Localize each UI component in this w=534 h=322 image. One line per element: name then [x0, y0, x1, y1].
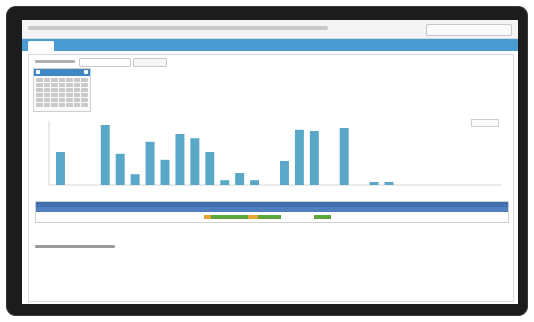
calendar-day-cell[interactable] — [73, 83, 81, 87]
filter-label — [35, 60, 75, 63]
calendar-day-cell[interactable] — [81, 88, 88, 92]
calendar-day-cell[interactable] — [43, 78, 51, 82]
bar[interactable] — [339, 128, 349, 185]
calendar-day-cell[interactable] — [73, 98, 81, 102]
chart-legend — [471, 119, 499, 127]
bar[interactable] — [145, 141, 155, 185]
calendar-day-cell[interactable] — [36, 98, 43, 102]
calendar-day-cell[interactable] — [73, 93, 81, 97]
bar-chart — [35, 115, 507, 195]
app-screen — [22, 20, 518, 304]
calendar-day-cell[interactable] — [73, 103, 81, 107]
calendar-header — [34, 69, 90, 76]
calendar-day-cell[interactable] — [73, 78, 81, 82]
calendar-day-cell[interactable] — [36, 103, 43, 107]
calendar-grid — [36, 78, 88, 109]
calendar-day-cell[interactable] — [58, 83, 66, 87]
calendar-day-cell[interactable] — [58, 78, 66, 82]
bar[interactable] — [235, 173, 245, 185]
calendar-day-cell[interactable] — [66, 88, 73, 92]
prev-month-icon[interactable] — [36, 70, 40, 74]
calendar-day-cell[interactable] — [43, 93, 51, 97]
calendar-day-cell[interactable] — [58, 103, 66, 107]
tab-strip — [22, 39, 518, 51]
calendar-day-cell[interactable] — [81, 98, 88, 102]
main-panel — [28, 54, 514, 302]
calendar-day-cell[interactable] — [58, 98, 66, 102]
chart-svg — [48, 121, 501, 186]
bar[interactable] — [190, 138, 200, 185]
top-bar — [22, 20, 518, 39]
calendar-day-cell[interactable] — [58, 88, 66, 92]
calendar-day-cell[interactable] — [81, 93, 88, 97]
bar[interactable] — [130, 174, 140, 185]
tab-active[interactable] — [28, 41, 54, 51]
bar[interactable] — [220, 180, 230, 185]
calendar-day-cell[interactable] — [81, 78, 88, 82]
next-month-icon[interactable] — [84, 70, 88, 74]
calendar-widget — [33, 68, 91, 112]
calendar-day-cell[interactable] — [51, 103, 58, 107]
bar[interactable] — [369, 182, 379, 185]
timeline-cells — [36, 213, 508, 221]
calendar-day-cell[interactable] — [36, 93, 43, 97]
calendar-day-cell[interactable] — [66, 93, 73, 97]
date-range-select[interactable] — [79, 58, 131, 67]
calendar-day-cell[interactable] — [51, 93, 58, 97]
calendar-day-cell[interactable] — [51, 78, 58, 82]
timeline-segment[interactable] — [314, 215, 331, 219]
calendar-day-cell[interactable] — [66, 103, 73, 107]
calendar-day-cell[interactable] — [36, 83, 43, 87]
bar[interactable] — [384, 182, 394, 185]
calendar-day-cell[interactable] — [66, 83, 73, 87]
bar[interactable] — [250, 180, 260, 185]
timeline-segment[interactable] — [210, 215, 249, 219]
event-log — [35, 245, 235, 299]
calendar-day-cell[interactable] — [51, 83, 58, 87]
calendar-day-cell[interactable] — [58, 93, 66, 97]
bar[interactable] — [309, 131, 319, 185]
calendar-day-cell[interactable] — [43, 88, 51, 92]
bar[interactable] — [55, 152, 65, 185]
calendar-day-cell[interactable] — [51, 98, 58, 102]
bar[interactable] — [279, 161, 289, 185]
bar[interactable] — [115, 153, 125, 185]
timeline-strip — [35, 201, 509, 223]
calendar-day-cell[interactable] — [66, 78, 73, 82]
timeline-segment[interactable] — [248, 215, 258, 219]
timeline-hours-bar — [36, 207, 508, 212]
calendar-day-cell[interactable] — [81, 83, 88, 87]
bar[interactable] — [205, 152, 215, 185]
calendar-day-cell[interactable] — [81, 103, 88, 107]
apply-button[interactable] — [133, 58, 167, 67]
event-log-heading — [35, 245, 115, 248]
bar[interactable] — [160, 159, 170, 185]
bar[interactable] — [100, 125, 110, 185]
calendar-day-cell[interactable] — [43, 98, 51, 102]
calendar-day-cell[interactable] — [43, 103, 51, 107]
calendar-day-cell[interactable] — [36, 88, 43, 92]
top-right-button[interactable] — [426, 24, 512, 36]
calendar-day-cell[interactable] — [66, 98, 73, 102]
calendar-day-cell[interactable] — [51, 88, 58, 92]
timeline-segment[interactable] — [203, 215, 211, 219]
bar[interactable] — [294, 129, 304, 185]
bar[interactable] — [175, 134, 185, 185]
breadcrumb[interactable] — [28, 26, 328, 30]
calendar-day-cell[interactable] — [36, 78, 43, 82]
calendar-day-cell[interactable] — [43, 83, 51, 87]
timeline-segment[interactable] — [257, 215, 282, 219]
calendar-day-cell[interactable] — [73, 88, 81, 92]
bar-group — [55, 125, 394, 185]
